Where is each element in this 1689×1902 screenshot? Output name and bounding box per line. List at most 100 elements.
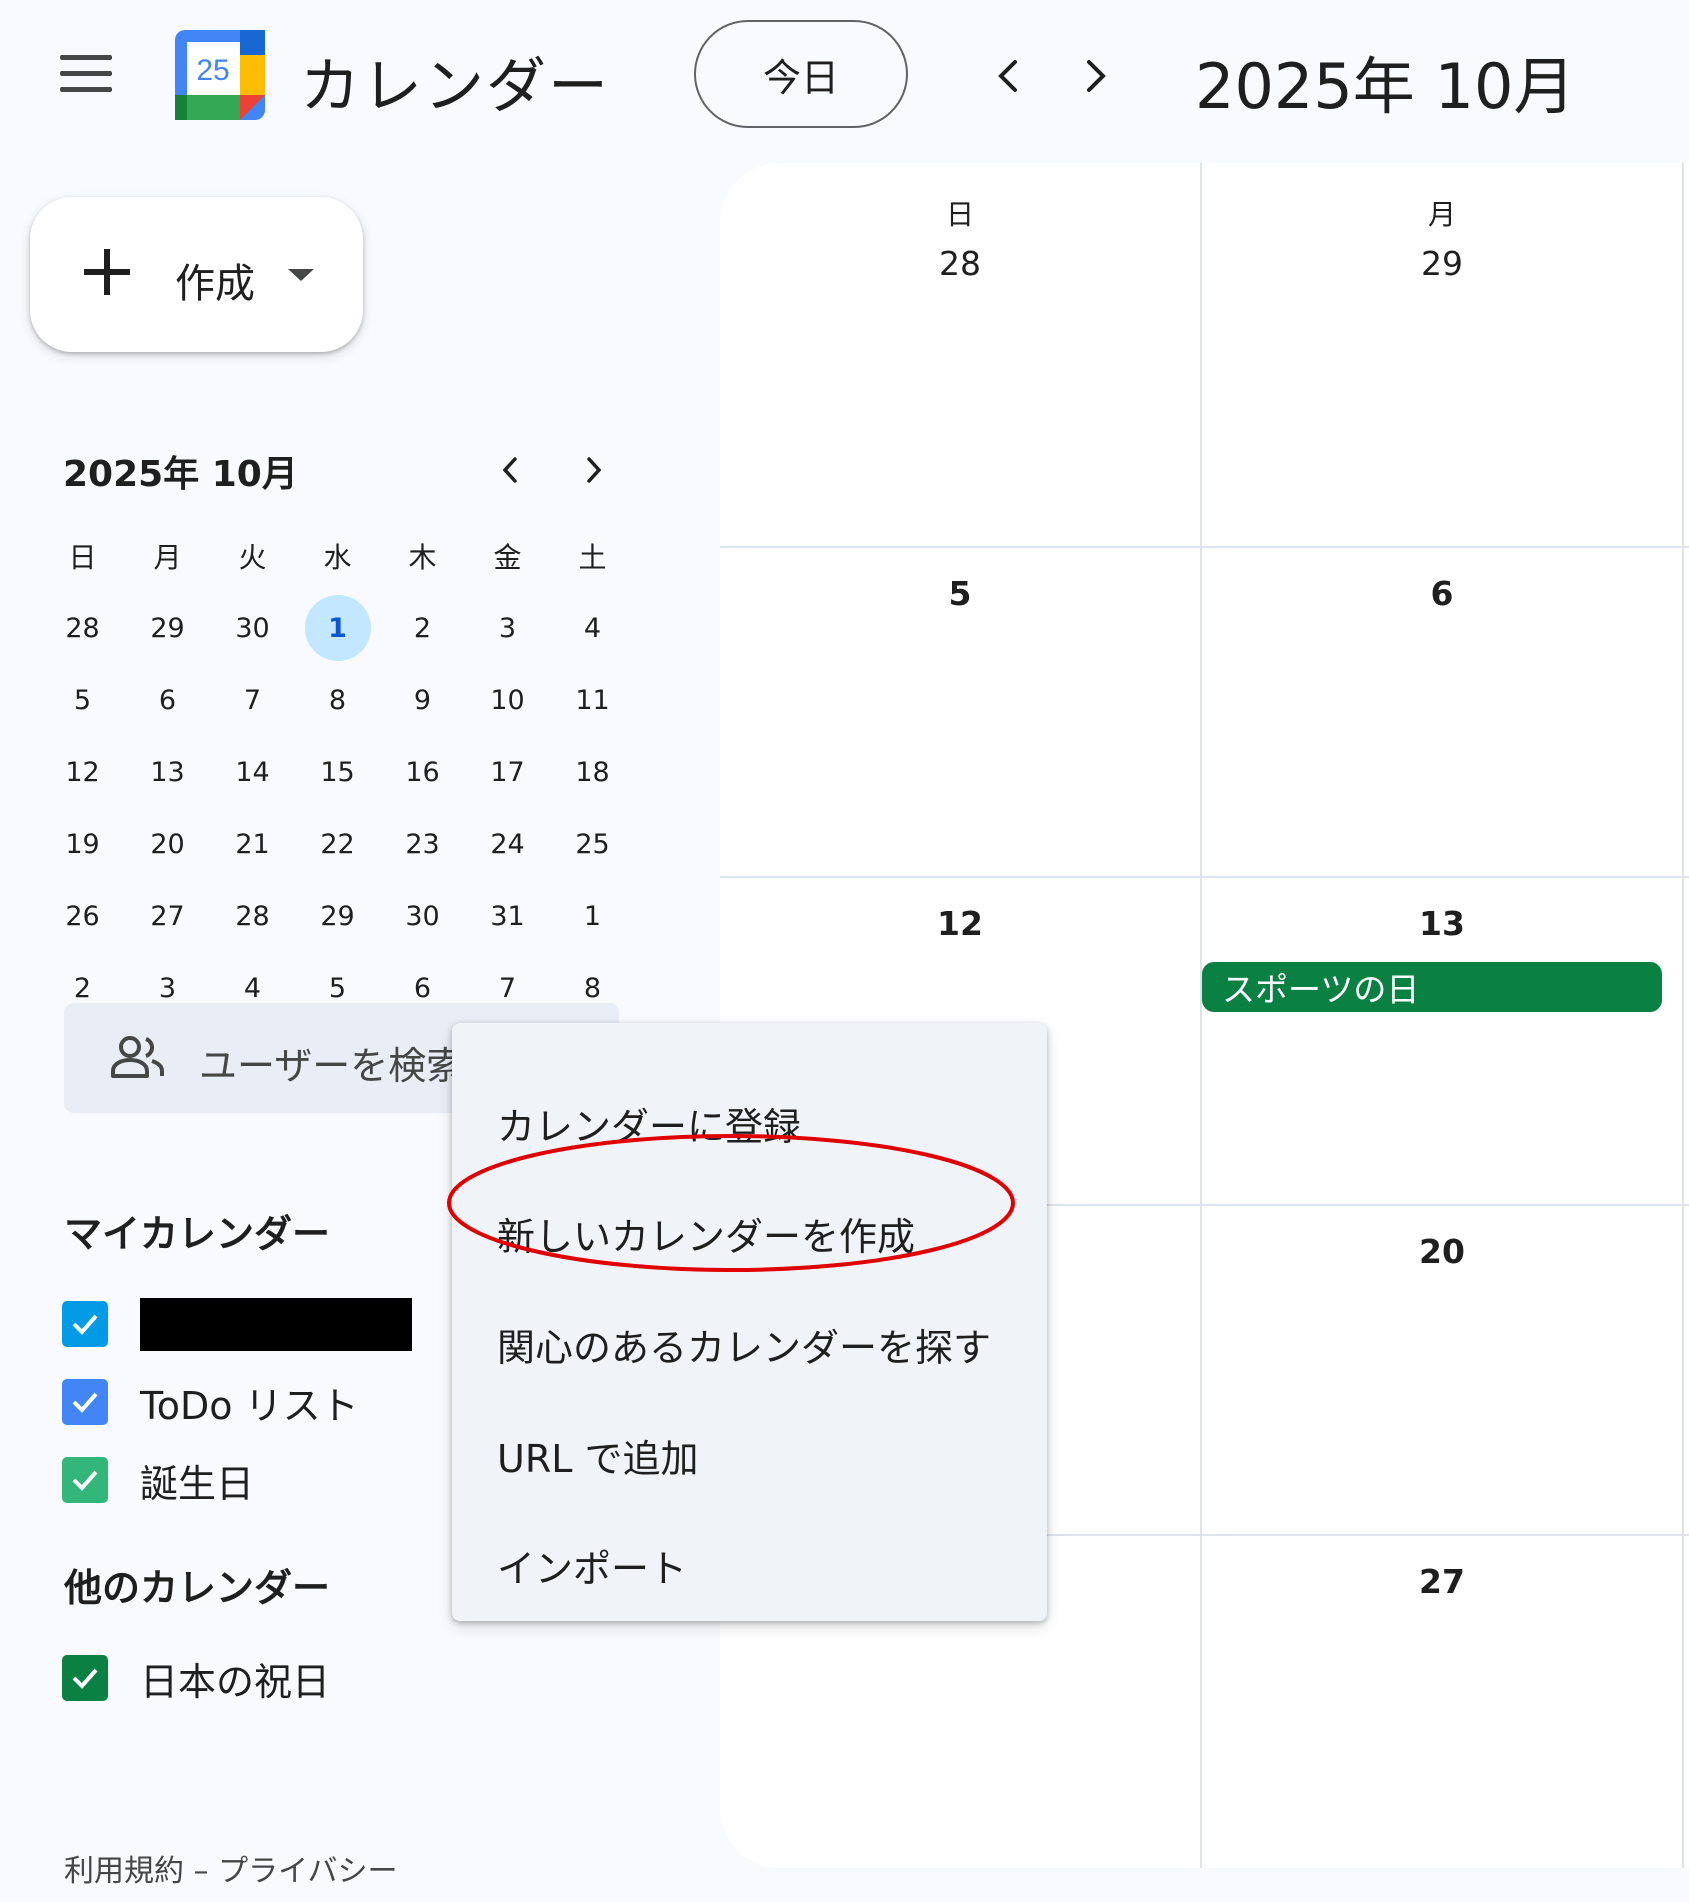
month-day-number[interactable]: 20 [1202,1232,1682,1271]
mini-calendar-day[interactable]: 6 [125,685,210,716]
logo-number: 25 [196,54,229,87]
mini-calendar-day[interactable]: 31 [465,901,550,932]
mini-calendar-day[interactable]: 5 [40,685,125,716]
mini-calendar-day[interactable]: 25 [550,829,635,860]
mini-calendar-week: 5 6 7 8 9 10 11 [40,664,640,736]
weekday-label: 水 [323,541,352,574]
mini-calendar-day[interactable]: 22 [295,829,380,860]
mini-calendar-day[interactable]: 3 [465,613,550,644]
mini-calendar-week: 28 29 30 1 2 3 4 [40,592,640,664]
month-day-number[interactable]: 29 [1202,244,1682,283]
grid-divider [720,546,1689,548]
mini-calendar-day[interactable]: 2 [40,973,125,1004]
calendar-item-japan-holidays[interactable]: 日本の祝日 [62,1648,330,1708]
add-calendar-menu: カレンダーに登録 新しいカレンダーを作成 関心のあるカレンダーを探す URL で… [452,1023,1047,1621]
checkbox-checked-icon[interactable] [62,1457,108,1503]
month-day-number[interactable]: 5 [720,574,1200,613]
mini-calendar-day[interactable]: 19 [40,829,125,860]
mini-calendar-day[interactable]: 6 [380,973,465,1004]
caret-down-icon [288,269,314,281]
mini-calendar-day[interactable]: 8 [295,685,380,716]
mini-calendar-day[interactable]: 30 [380,901,465,932]
weekday-header-mon: 月 [1427,198,1456,231]
checkbox-checked-icon[interactable] [62,1655,108,1701]
mini-calendar-previous-button[interactable] [480,440,540,500]
month-day-number[interactable]: 6 [1202,574,1682,613]
mini-calendar-day[interactable]: 1 [550,901,635,932]
weekday-header-sun: 日 [945,198,974,231]
mini-calendar-day[interactable]: 16 [380,757,465,788]
menu-line [60,55,112,60]
mini-calendar-today[interactable]: 1 [295,595,380,661]
weekday-label: 金 [493,541,522,574]
weekday-label: 月 [153,541,182,574]
checkbox-checked-icon[interactable] [62,1379,108,1425]
mini-calendar-day[interactable]: 8 [550,973,635,1004]
mini-calendar-day[interactable]: 3 [125,973,210,1004]
mini-calendar-weekdays: 日 月 火 水 木 金 土 [40,520,640,592]
mini-calendar-day[interactable]: 26 [40,901,125,932]
mini-calendar-day[interactable]: 7 [465,973,550,1004]
mini-calendar-title: 2025年 10月 [63,454,298,495]
event-chip[interactable]: スポーツの日 [1202,962,1662,1012]
today-button[interactable]: 今日 [694,20,908,128]
mini-calendar-day[interactable]: 10 [465,685,550,716]
mini-calendar-day[interactable]: 18 [550,757,635,788]
mini-calendar-day[interactable]: 28 [210,901,295,932]
current-period-title: 2025年 10月 [1195,50,1576,123]
mini-calendar-day[interactable]: 14 [210,757,295,788]
mini-calendar-day[interactable]: 11 [550,685,635,716]
grid-divider [1200,163,1202,1868]
app-title: カレンダー [300,52,610,122]
my-calendars-list: ToDo リスト 誕生日 [62,1294,412,1510]
mini-calendar-day[interactable]: 4 [210,973,295,1004]
mini-calendar-day[interactable]: 29 [125,613,210,644]
menu-item-import[interactable]: インポート [452,1510,1047,1620]
calendar-label: 誕生日 [140,1461,255,1506]
calendar-item-birthdays[interactable]: 誕生日 [62,1450,412,1510]
menu-item-add-by-url[interactable]: URL で追加 [452,1400,1047,1510]
next-period-button[interactable] [1066,46,1126,106]
month-day-number[interactable]: 12 [720,904,1200,943]
mini-calendar-day[interactable]: 30 [210,613,295,644]
grid-divider [720,876,1689,878]
my-calendars-title: マイカレンダー [64,1212,331,1256]
mini-calendar-day[interactable]: 4 [550,613,635,644]
weekday-label: 土 [578,541,607,574]
redacted-calendar-name [140,1297,412,1351]
mini-calendar-day[interactable]: 20 [125,829,210,860]
search-users-placeholder: ユーザーを検索 [199,1044,465,1088]
weekday-label: 木 [408,541,437,574]
highlight-annotation [447,1134,1015,1272]
previous-period-button[interactable] [978,46,1038,106]
mini-calendar-day[interactable]: 15 [295,757,380,788]
mini-calendar-day[interactable]: 12 [40,757,125,788]
mini-calendar-day[interactable]: 27 [125,901,210,932]
menu-item-browse-calendars[interactable]: 関心のあるカレンダーを探す [452,1289,1047,1399]
mini-calendar-day[interactable]: 17 [465,757,550,788]
mini-calendar-next-button[interactable] [564,440,624,500]
create-button[interactable]: 作成 [30,197,363,352]
mini-calendar-day[interactable]: 13 [125,757,210,788]
checkbox-checked-icon[interactable] [62,1301,108,1347]
other-calendars-list: 日本の祝日 [62,1648,330,1708]
mini-calendar-day[interactable]: 23 [380,829,465,860]
mini-calendar-day[interactable]: 9 [380,685,465,716]
main-menu-button[interactable] [60,55,112,97]
calendar-item-redacted[interactable] [62,1294,412,1354]
mini-calendar-day[interactable]: 29 [295,901,380,932]
footer-links[interactable]: 利用規約 – プライバシー [64,1846,397,1890]
calendar-item-todo[interactable]: ToDo リスト [62,1372,412,1432]
month-day-number[interactable]: 28 [720,244,1200,283]
month-day-number[interactable]: 27 [1202,1562,1682,1601]
mini-calendar-day[interactable]: 28 [40,613,125,644]
mini-calendar-day[interactable]: 24 [465,829,550,860]
mini-calendar-day[interactable]: 2 [380,613,465,644]
month-day-number[interactable]: 13 [1202,904,1682,943]
mini-calendar-day[interactable]: 21 [210,829,295,860]
mini-calendar-week: 12 13 14 15 16 17 18 [40,736,640,808]
menu-line [60,71,112,76]
create-label: 作成 [175,261,255,307]
mini-calendar-day[interactable]: 5 [295,973,380,1004]
mini-calendar-day[interactable]: 7 [210,685,295,716]
